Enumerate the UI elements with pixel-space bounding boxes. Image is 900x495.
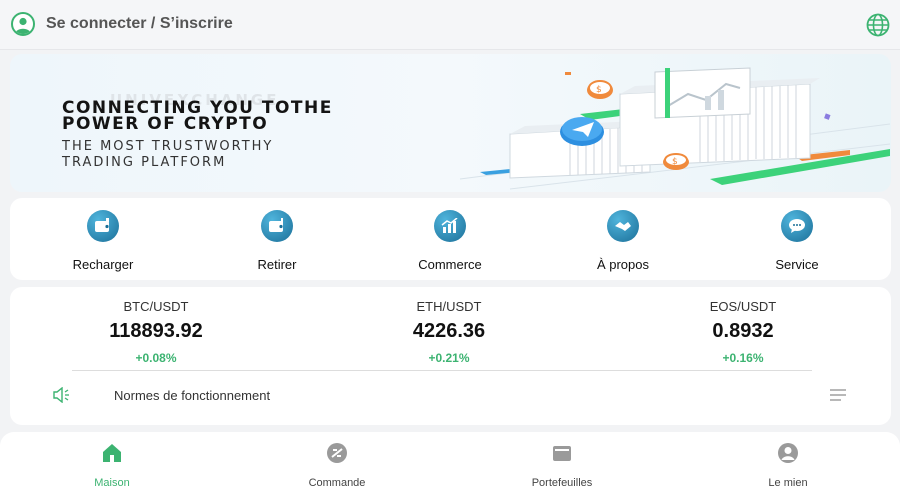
globe-icon[interactable] xyxy=(866,13,890,37)
ticker-pair: ETH/USDT xyxy=(416,299,482,314)
wallet-withdraw-icon xyxy=(261,210,293,242)
about-button[interactable]: À propos xyxy=(563,210,683,274)
handshake-icon xyxy=(607,210,639,242)
ticker-pair: EOS/USDT xyxy=(709,299,777,314)
nav-orders[interactable]: Commande xyxy=(277,442,397,489)
ticker-change: +0.21% xyxy=(428,351,470,365)
nav-profile-label: Le mien xyxy=(768,477,808,489)
speaker-icon xyxy=(53,387,69,403)
user-icon[interactable] xyxy=(11,12,35,36)
bottom-navigation: Maison Commande Portefeuilles Le mien xyxy=(0,432,900,495)
banner-illustration: $ $ xyxy=(459,67,891,190)
wallet-deposit-icon xyxy=(87,210,119,242)
nav-orders-label: Commande xyxy=(308,477,366,489)
quick-actions-card: Recharger Retirer Commerce À propos Serv… xyxy=(10,198,891,280)
ticker-change: +0.08% xyxy=(135,351,177,365)
ticker-pair: BTC/USDT xyxy=(123,299,189,314)
nav-home[interactable]: Maison xyxy=(52,442,172,489)
wallet-icon xyxy=(553,446,571,461)
login-register-link[interactable]: Se connecter / S’inscrire xyxy=(46,15,233,33)
banner-headline-line2: POWER OF CRYPTO xyxy=(62,114,269,134)
banner-subline1: THE MOST TRUSTWORTHY xyxy=(62,139,274,154)
ticker-price: 0.8932 xyxy=(712,320,774,342)
ticker-price: 118893.92 xyxy=(109,320,203,342)
nav-wallets[interactable]: Portefeuilles xyxy=(502,442,622,489)
ticker-divider xyxy=(72,370,812,371)
svg-text:$: $ xyxy=(672,157,678,167)
banner-subline2: TRADING PLATFORM xyxy=(62,155,227,170)
nav-profile[interactable]: Le mien xyxy=(728,442,848,489)
service-button[interactable]: Service xyxy=(737,210,857,274)
market-ticker-card: BTC/USDT 118893.92 +0.08% ETH/USDT 4226.… xyxy=(10,287,891,425)
withdraw-label: Retirer xyxy=(257,257,297,272)
recharge-button[interactable]: Recharger xyxy=(43,210,163,274)
order-icon xyxy=(327,443,347,463)
withdraw-button[interactable]: Retirer xyxy=(217,210,337,274)
nav-home-label: Maison xyxy=(94,477,130,489)
trade-label: Commerce xyxy=(418,257,482,272)
profile-icon xyxy=(778,443,798,463)
ticker-price: 4226.36 xyxy=(412,320,486,342)
svg-text:$: $ xyxy=(596,85,602,95)
ticker-eth[interactable]: ETH/USDT 4226.36 +0.21% xyxy=(349,299,549,365)
trade-button[interactable]: Commerce xyxy=(390,210,510,274)
home-icon xyxy=(103,444,121,462)
ticker-btc[interactable]: BTC/USDT 118893.92 +0.08% xyxy=(56,299,256,365)
chat-icon xyxy=(781,210,813,242)
about-label: À propos xyxy=(596,257,650,272)
ticker-eos[interactable]: EOS/USDT 0.8932 +0.16% xyxy=(643,299,843,365)
recharge-label: Recharger xyxy=(72,257,134,272)
top-header: Se connecter / S’inscrire xyxy=(0,0,900,50)
notice-text[interactable]: Normes de fonctionnement xyxy=(114,388,270,403)
ticker-change: +0.16% xyxy=(722,351,764,365)
nav-wallets-label: Portefeuilles xyxy=(531,477,593,489)
list-menu-icon[interactable] xyxy=(830,389,846,401)
promo-banner[interactable]: UNIVEXCHANGE CONNECTING YOU TOTHE POWER … xyxy=(10,54,891,192)
chart-icon xyxy=(434,210,466,242)
service-label: Service xyxy=(775,257,819,272)
